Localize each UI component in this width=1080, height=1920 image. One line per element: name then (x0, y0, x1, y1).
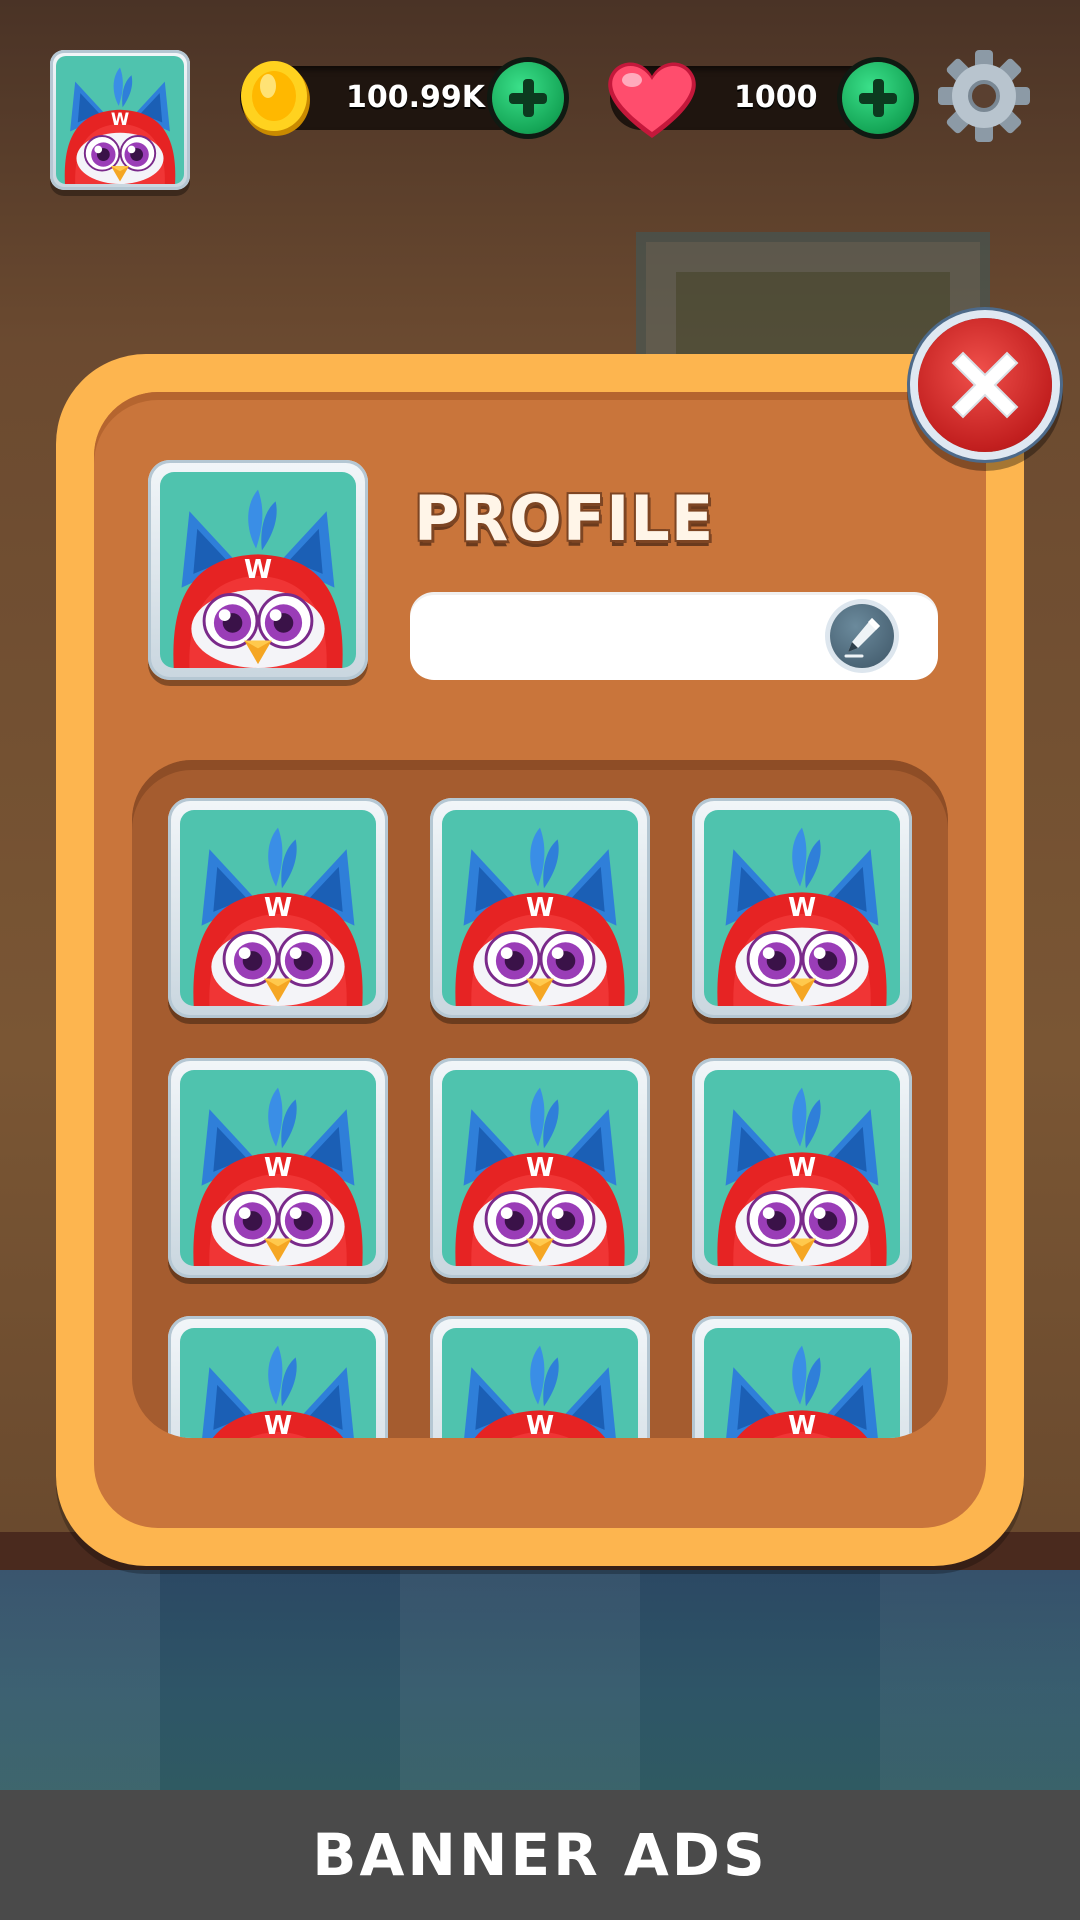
parrot-avatar-icon (704, 1070, 900, 1266)
avatar-option-6[interactable] (692, 1058, 912, 1278)
gear-icon (938, 50, 1030, 142)
pencil-icon (844, 618, 880, 658)
avatar-option-4[interactable] (168, 1058, 388, 1278)
avatar-grid (132, 760, 948, 1438)
parrot-avatar-icon (56, 56, 184, 184)
avatar-option-5[interactable] (430, 1058, 650, 1278)
parrot-avatar-icon (704, 1328, 900, 1438)
heart-icon (602, 54, 702, 148)
page-title: PROFILE (414, 482, 715, 555)
parrot-avatar-icon (442, 1328, 638, 1438)
current-avatar (148, 460, 368, 680)
player-avatar-button[interactable] (50, 50, 190, 190)
add-coins-button[interactable] (492, 62, 564, 134)
parrot-avatar-icon (442, 810, 638, 1006)
avatar-option-9[interactable] (692, 1316, 912, 1438)
parrot-avatar-icon (704, 810, 900, 1006)
coin-icon (234, 56, 318, 144)
close-button[interactable] (918, 318, 1052, 452)
close-icon (951, 351, 1019, 419)
coins-value: 100.99K (346, 80, 486, 115)
lives-value: 1000 (734, 80, 818, 115)
avatar-option-7[interactable] (168, 1316, 388, 1438)
name-input[interactable] (434, 592, 858, 682)
background-floor (0, 1570, 1080, 1790)
parrot-avatar-icon (442, 1070, 638, 1266)
coins-counter: 100.99K (240, 61, 564, 136)
settings-button[interactable] (936, 48, 1032, 144)
avatar-option-1[interactable] (168, 798, 388, 1018)
lives-counter: 1000 (608, 62, 914, 138)
avatar-option-2[interactable] (430, 798, 650, 1018)
avatar-option-8[interactable] (430, 1316, 650, 1438)
parrot-avatar-icon (180, 1328, 376, 1438)
banner-ad-label: BANNER ADS (312, 1821, 768, 1889)
avatar-option-3[interactable] (692, 798, 912, 1018)
add-lives-button[interactable] (842, 62, 914, 134)
parrot-avatar-icon (160, 472, 356, 668)
parrot-avatar-icon (180, 810, 376, 1006)
parrot-avatar-icon (180, 1070, 376, 1266)
banner-ad[interactable]: BANNER ADS (0, 1790, 1080, 1920)
edit-name-button[interactable] (830, 604, 894, 668)
